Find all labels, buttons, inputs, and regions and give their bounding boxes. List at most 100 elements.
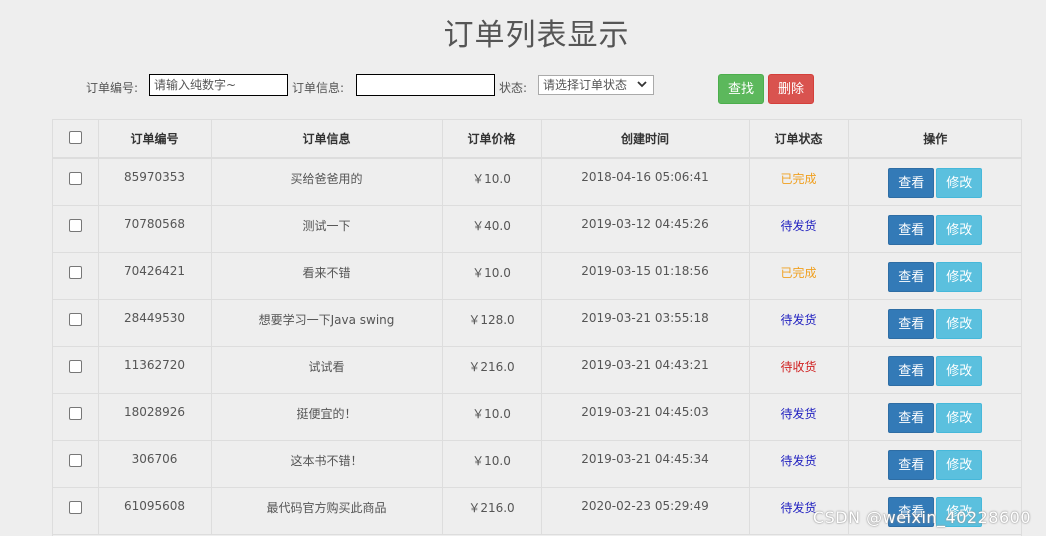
order-status-cell: 已完成 [749,158,849,206]
select-all-checkbox[interactable] [68,130,82,144]
table-row: 11362720 试试看 ￥216.0 2019-03-21 04:43:21 … [53,346,1022,394]
actions-cell: 查看 修改 [848,346,1022,394]
status-select-value: 请选择订单状态 [543,78,628,92]
row-checkbox-cell [53,158,99,206]
order-price-cell: ￥10.0 [442,393,542,441]
order-no-input[interactable] [149,74,288,96]
page-title: 订单列表显示 [443,18,630,53]
order-no-cell: 306706 [98,440,212,488]
order-no-cell: 70426421 [98,252,212,300]
actions-cell: 查看 修改 [848,299,1022,347]
row-checkbox[interactable] [68,406,82,420]
header-order-status: 订单状态 [749,120,849,159]
actions-cell: 查看 修改 [848,393,1022,441]
view-button[interactable]: 查看 [888,261,935,292]
row-checkbox-cell [53,299,99,347]
row-checkbox-cell [53,252,99,300]
row-checkbox[interactable] [68,172,82,185]
filter-bar: 订单编号: 订单信息: 状态: 请选择订单状态 查找 删除 [0,73,1046,105]
created-time-cell: 2019-03-21 04:45:03 [541,393,750,441]
edit-button[interactable]: 修改 [936,449,983,480]
order-price-cell: ￥10.0 [442,252,542,300]
created-time-cell: 2019-03-21 03:55:18 [541,299,750,347]
order-info-input[interactable] [356,74,495,96]
header-created-time: 创建时间 [541,120,750,159]
created-time-cell: 2019-03-21 04:43:21 [541,346,750,394]
edit-button[interactable]: 修改 [936,168,983,198]
status-label: 状态: [499,81,528,95]
table-row: 28449530 想要学习一下Java swing ￥128.0 2019-03… [53,299,1022,347]
created-time-cell: 2019-03-21 04:45:34 [541,440,750,488]
table-row: 18028926 挺便宜的！ ￥10.0 2019-03-21 04:45:03… [53,393,1022,441]
table-row: 70780568 测试一下 ￥40.0 2019-03-12 04:45:26 … [53,205,1022,253]
table-row: 85970353 买给爸爸用的 ￥10.0 2018-04-16 05:06:4… [53,158,1022,206]
header-order-no: 订单编号 [98,120,212,159]
edit-button[interactable]: 修改 [936,355,983,386]
row-checkbox[interactable] [68,265,82,279]
order-no-cell: 28449530 [98,299,212,347]
order-no-cell: 18028926 [98,393,212,441]
order-price-cell: ￥216.0 [442,487,542,535]
row-checkbox-cell [53,440,99,488]
order-status-cell: 待发货 [749,299,849,347]
order-info-cell: 看来不错 [211,252,443,300]
view-button[interactable]: 查看 [888,168,935,198]
order-info-cell: 想要学习一下Java swing [211,299,443,347]
order-info-cell: 这本书不错！ [211,440,443,488]
row-checkbox[interactable] [68,359,82,373]
view-button[interactable]: 查看 [888,214,935,245]
edit-button[interactable]: 修改 [936,214,983,245]
order-table-container: 订单编号 订单信息 订单价格 创建时间 订单状态 操作 85970353 买给爸… [52,119,1022,536]
order-info-cell: 挺便宜的！ [211,393,443,441]
order-price-cell: ￥10.0 [442,158,542,206]
chevron-down-icon [637,81,647,88]
order-info-label: 订单信息: [292,81,345,95]
delete-button[interactable]: 删除 [768,74,814,104]
row-checkbox[interactable] [68,218,82,232]
order-no-cell: 11362720 [98,346,212,394]
view-button[interactable]: 查看 [888,449,935,480]
row-checkbox[interactable] [68,312,82,326]
row-checkbox-cell [53,346,99,394]
order-price-cell: ￥40.0 [442,205,542,253]
row-checkbox[interactable] [68,453,82,467]
order-info-cell: 测试一下 [211,205,443,253]
order-price-cell: ￥216.0 [442,346,542,394]
header-actions: 操作 [848,120,1022,159]
order-info-cell: 试试看 [211,346,443,394]
edit-button[interactable]: 修改 [936,308,983,339]
status-select[interactable]: 请选择订单状态 [538,75,654,95]
view-button[interactable]: 查看 [888,402,935,433]
actions-cell: 查看 修改 [848,440,1022,488]
edit-button[interactable]: 修改 [936,261,983,292]
created-time-cell: 2018-04-16 05:06:41 [541,158,750,206]
order-table: 订单编号 订单信息 订单价格 创建时间 订单状态 操作 85970353 买给爸… [53,120,1022,535]
search-button[interactable]: 查找 [718,74,764,104]
created-time-cell: 2019-03-12 04:45:26 [541,205,750,253]
table-row: 70426421 看来不错 ￥10.0 2019-03-15 01:18:56 … [53,252,1022,300]
view-button[interactable]: 查看 [888,355,935,386]
actions-cell: 查看 修改 [848,158,1022,206]
view-button[interactable]: 查看 [888,308,935,339]
row-checkbox-cell [53,205,99,253]
order-status-cell: 待发货 [749,440,849,488]
order-status-cell: 待发货 [749,205,849,253]
csdn-watermark: CSDN @weixin_40228600 [812,508,1031,527]
created-time-cell: 2020-02-23 05:29:49 [541,487,750,535]
order-status-cell: 待发货 [749,393,849,441]
created-time-cell: 2019-03-15 01:18:56 [541,252,750,300]
table-header-row: 订单编号 订单信息 订单价格 创建时间 订单状态 操作 [53,120,1022,159]
header-order-info: 订单信息 [211,120,443,159]
row-checkbox[interactable] [68,500,82,514]
order-no-cell: 61095608 [98,487,212,535]
order-no-cell: 85970353 [98,158,212,206]
order-no-label: 订单编号: [86,81,139,95]
order-status-cell: 已完成 [749,252,849,300]
order-list-page: 订单列表显示 订单编号: 订单信息: 状态: 请选择订单状态 查找 删除 订单编… [0,0,1046,536]
order-info-cell: 最代码官方购买此商品 [211,487,443,535]
actions-cell: 查看 修改 [848,205,1022,253]
edit-button[interactable]: 修改 [936,402,983,433]
order-price-cell: ￥128.0 [442,299,542,347]
order-table-body: 85970353 买给爸爸用的 ￥10.0 2018-04-16 05:06:4… [53,158,1022,535]
order-price-cell: ￥10.0 [442,440,542,488]
